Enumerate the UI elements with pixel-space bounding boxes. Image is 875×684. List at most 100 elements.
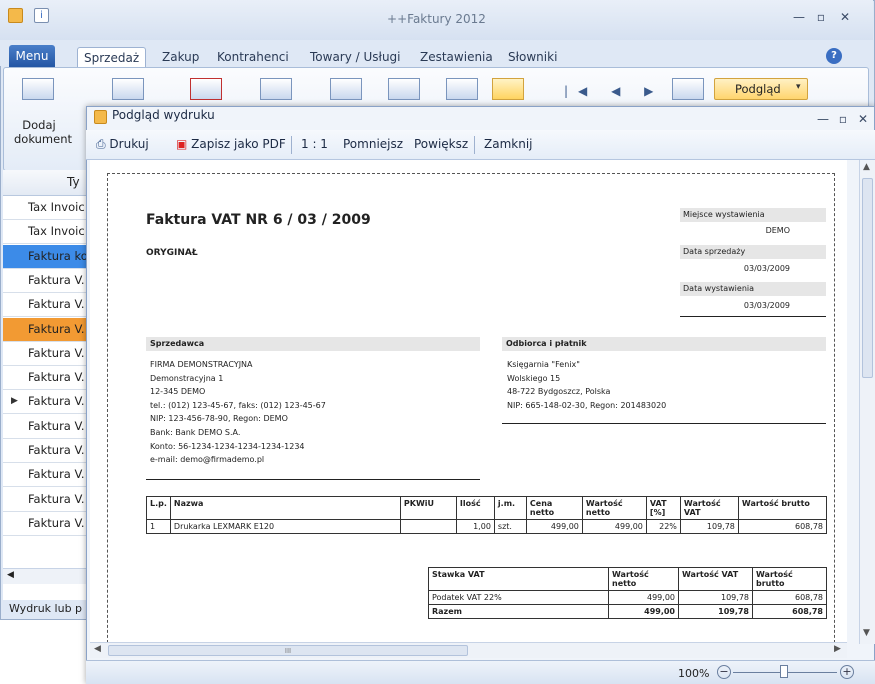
- toolbar-separator: [291, 136, 292, 154]
- grid-row[interactable]: Faktura ko: [3, 244, 88, 269]
- close-icon[interactable]: ✕: [834, 6, 856, 28]
- cell: 608,78: [737, 519, 828, 534]
- grid-header-type[interactable]: Ty: [67, 175, 80, 189]
- grid-row[interactable]: Faktura V.: [3, 488, 88, 512]
- col-lp: L.p.: [146, 496, 171, 520]
- window-icon[interactable]: [492, 78, 524, 100]
- preview-window-icon: [94, 110, 107, 124]
- grid-row[interactable]: ▶ Faktura V.: [3, 390, 88, 415]
- scroll-right-icon[interactable]: ▶: [834, 644, 841, 654]
- dropdown-arrow-icon[interactable]: ▾: [796, 82, 801, 92]
- seller-line: e-mail: demo@firmademo.pl: [150, 455, 265, 465]
- grid-row[interactable]: Faktura V.: [3, 293, 88, 318]
- tab-sprzedaz[interactable]: Sprzedaż: [77, 47, 147, 67]
- seller-line: 12-345 DEMO: [150, 387, 206, 397]
- cell: Razem: [428, 604, 609, 619]
- grid-row[interactable]: Faktura V.: [3, 269, 88, 293]
- grid-row-label: Tax Invoic: [28, 224, 85, 239]
- zoom-in-button[interactable]: Powiększ: [414, 137, 468, 151]
- actual-size-button[interactable]: 1 : 1: [301, 137, 328, 151]
- tab-slowniki[interactable]: Słowniki: [502, 47, 563, 67]
- scroll-thumb[interactable]: [862, 178, 873, 378]
- horizontal-scrollbar[interactable]: ◀ III ▶: [90, 642, 847, 658]
- place-label: Miejsce wystawienia: [680, 208, 826, 222]
- grid-row-label: Tax Invoic: [28, 200, 85, 214]
- grid-hscroll[interactable]: ◀: [3, 568, 88, 584]
- scroll-left-icon[interactable]: ◀: [7, 570, 14, 580]
- grid-row[interactable]: Faktura V.: [3, 512, 88, 536]
- grid-row[interactable]: Tax Invoic: [3, 196, 88, 220]
- print-button[interactable]: ⎙ Drukuj: [96, 137, 149, 152]
- layout-icon[interactable]: [672, 78, 704, 100]
- add-document-label-1: Dodaj: [22, 118, 56, 132]
- seller-line: Konto: 56-1234-1234-1234-1234-1234: [150, 441, 305, 451]
- calendar-icon[interactable]: [330, 78, 362, 100]
- sort-icon[interactable]: [260, 78, 292, 100]
- add-document-icon[interactable]: [22, 78, 54, 100]
- scroll-thumb[interactable]: III: [108, 645, 468, 656]
- col-vat-value: Wartość VAT: [678, 567, 753, 591]
- zoom-out-button[interactable]: Pomniejsz: [343, 137, 403, 151]
- maximize-icon[interactable]: ▫: [810, 6, 832, 28]
- grid-row[interactable]: Faktura V.: [3, 415, 88, 439]
- toolbar-separator: [474, 136, 475, 154]
- grid-row-label: Faktura V.: [28, 321, 85, 336]
- minimize-icon[interactable]: —: [812, 108, 834, 130]
- scroll-down-icon[interactable]: ▼: [863, 628, 870, 638]
- menu-button[interactable]: Menu: [9, 45, 55, 67]
- close-preview-button[interactable]: Zamknij: [484, 137, 533, 151]
- preview-title: Podgląd wydruku: [112, 108, 215, 122]
- grid-row-label: Faktura V.: [28, 467, 85, 482]
- preview-button[interactable]: Podgląd: [714, 78, 808, 100]
- grid-row[interactable]: Faktura V.: [3, 439, 88, 463]
- maximize-icon[interactable]: ▫: [832, 108, 854, 130]
- invoice-title: Faktura VAT NR 6 / 03 / 2009: [146, 212, 371, 228]
- tab-zakup[interactable]: Zakup: [156, 47, 205, 67]
- cell: 109,78: [678, 604, 753, 619]
- col-net: Wartość netto: [608, 567, 679, 591]
- cell: Drukarka LEXMARK E120: [169, 519, 401, 534]
- col-price: Cena netto: [525, 496, 583, 520]
- save-pdf-button[interactable]: ▣ Zapisz jako PDF: [176, 137, 286, 151]
- buyer-line: 48-722 Bydgoszcz, Polska: [507, 387, 611, 397]
- grid-row[interactable]: Faktura V.: [3, 366, 88, 391]
- zoom-in-icon[interactable]: +: [840, 665, 854, 679]
- issue-date-label: Data wystawienia: [680, 282, 826, 296]
- minimize-icon[interactable]: —: [788, 6, 810, 28]
- seller-line: Bank: Bank DEMO S.A.: [150, 428, 241, 437]
- grid-row[interactable]: Faktura V.: [3, 342, 88, 366]
- cell: 109,78: [678, 590, 753, 605]
- cell: 608,78: [752, 604, 827, 619]
- col-vat-rate: VAT [%]: [645, 496, 681, 520]
- seller-line: FIRMA DEMONSTRACYJNA: [150, 360, 253, 369]
- scroll-up-icon[interactable]: ▲: [863, 162, 870, 172]
- add-document-button[interactable]: Dodaj dokument: [14, 118, 72, 146]
- place-value: DEMO: [765, 226, 790, 235]
- tab-kontrahenci[interactable]: Kontrahenci: [211, 47, 295, 67]
- zoom-slider-thumb[interactable]: [780, 665, 788, 678]
- close-icon[interactable]: ✕: [852, 108, 874, 130]
- tab-towary-uslugi[interactable]: Towary / Usługi: [304, 47, 407, 67]
- grid-row[interactable]: Faktura V.: [3, 463, 88, 488]
- scroll-left-icon[interactable]: ◀: [94, 644, 101, 654]
- delete-icon[interactable]: [190, 78, 222, 100]
- table-row: Podatek VAT 22% 499,00 109,78 608,78: [428, 590, 827, 605]
- grid-row[interactable]: Faktura V.: [3, 317, 88, 342]
- zoom-out-icon[interactable]: −: [717, 665, 731, 679]
- divider: [146, 479, 480, 480]
- print-label: Drukuj: [109, 137, 149, 151]
- grid-row-label: Faktura V.: [28, 394, 85, 409]
- grid-add-icon[interactable]: [112, 78, 144, 100]
- seller-line: NIP: 123-456-78-90, Regon: DEMO: [150, 414, 288, 424]
- pdf-icon: ▣: [176, 137, 192, 151]
- grid-row-label: Faktura V.: [28, 491, 85, 506]
- table-icon[interactable]: [388, 78, 420, 100]
- help-icon[interactable]: ?: [826, 48, 842, 64]
- vertical-scrollbar[interactable]: ▲ ▼: [859, 160, 875, 644]
- grid-row[interactable]: Tax Invoic: [3, 220, 88, 245]
- cell: 1: [146, 519, 171, 534]
- save-pdf-label: Zapisz jako PDF: [191, 137, 286, 151]
- table-icon[interactable]: [446, 78, 478, 100]
- col-vat-value: Wartość VAT: [679, 496, 739, 520]
- tab-zestawienia[interactable]: Zestawienia: [414, 47, 499, 67]
